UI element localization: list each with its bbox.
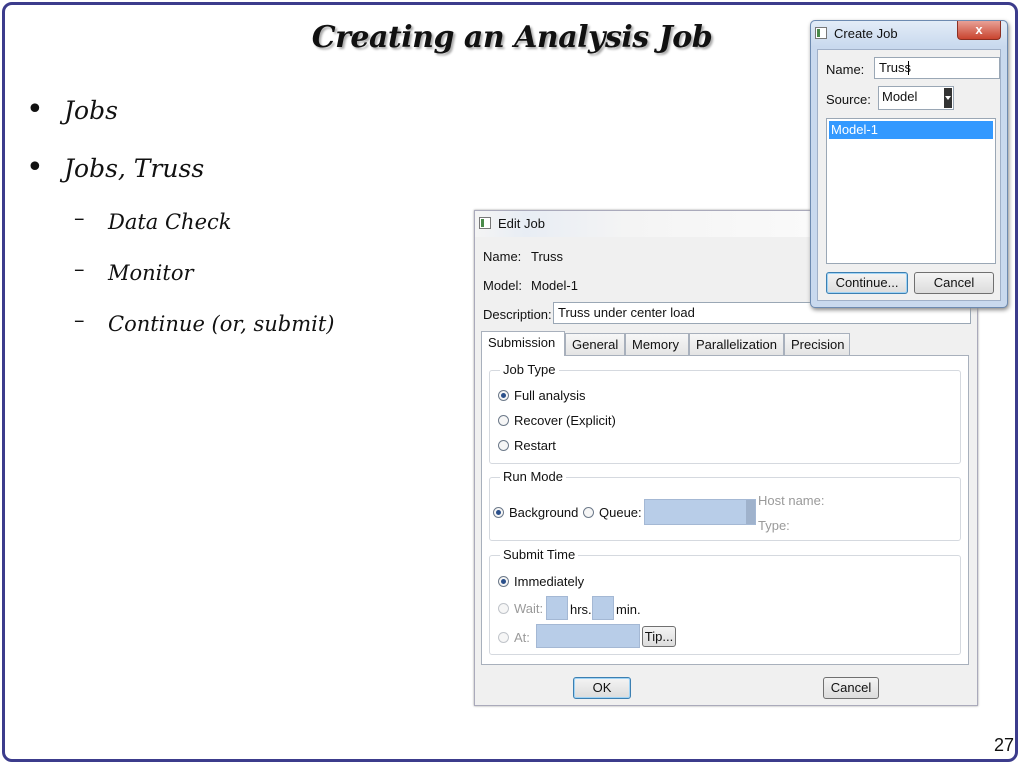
sub-item-continue: – Continue (or, submit) [74,308,335,336]
continue-button[interactable]: Continue... [826,272,908,294]
hrs-label: hrs. [570,602,592,617]
radio-label: Queue: [599,505,642,520]
bullet-dot: • [26,92,44,127]
sub-dash: – [74,308,85,332]
submission-panel: Job Type Full analysis Recover (Explicit… [481,355,969,665]
chevron-down-icon [746,500,755,524]
create-job-dialog: Create Job x Name: Truss Source: Model M… [810,20,1008,308]
radio-button[interactable] [493,507,504,518]
at-time-field[interactable] [536,624,640,648]
tab-submission[interactable]: Submission [481,331,565,356]
create-job-titlebar[interactable]: Create Job x [811,21,1007,47]
radio-label: Background [509,505,579,520]
submit-time-title: Submit Time [500,547,579,562]
model-label: Model: [483,278,523,293]
wait-minutes-field[interactable] [592,596,614,620]
name-label: Name: [483,249,522,264]
radio-button[interactable] [498,632,509,643]
job-type-title: Job Type [500,362,559,377]
radio-label: Restart [514,438,556,453]
description-label: Description: [483,307,552,322]
run-mode-group: Run Mode Background Queue: Host name: Ty… [489,469,961,541]
chevron-down-icon [944,88,952,108]
source-select[interactable]: Model [878,86,954,110]
bullet-jobs: • Jobs [26,92,118,127]
radio-label: Full analysis [514,388,586,403]
bullet-dot: • [26,150,44,185]
radio-label: At: [514,630,530,645]
create-job-body: Name: Truss Source: Model Model-1 Contin… [817,49,1001,301]
window-icon [479,217,491,229]
sub-item-monitor: – Monitor [74,257,194,285]
text-cursor-icon [908,61,909,75]
radio-button[interactable] [498,603,509,614]
sub-item-data-check: – Data Check [74,206,232,234]
name-label: Name: [826,62,865,77]
type-label: Type: [758,518,790,533]
sub-text: Continue (or, submit) [108,312,335,336]
sub-text: Monitor [108,261,194,285]
radio-button[interactable] [498,415,509,426]
ok-button[interactable]: OK [573,677,631,699]
tab-memory[interactable]: Memory [625,333,689,355]
bullet-text: Jobs, Truss [64,154,205,183]
source-value: Model [882,89,918,104]
radio-button[interactable] [498,576,509,587]
wait-hours-field[interactable] [546,596,568,620]
window-icon [815,27,827,39]
name-field[interactable]: Truss [874,57,1000,79]
model-value: Model-1 [531,278,578,293]
cancel-button[interactable]: Cancel [914,272,994,294]
sub-dash: – [74,206,85,230]
tab-parallelization[interactable]: Parallelization [689,333,784,355]
model-listbox[interactable]: Model-1 [826,118,996,264]
create-job-title: Create Job [834,26,898,41]
queue-combo[interactable] [644,499,756,525]
run-mode-title: Run Mode [500,469,566,484]
radio-button[interactable] [498,390,509,401]
radio-button[interactable] [498,440,509,451]
list-item-model-1[interactable]: Model-1 [829,121,993,139]
radio-label: Immediately [514,574,585,589]
sub-dash: – [74,257,85,281]
bullet-jobs-truss: • Jobs, Truss [26,150,205,185]
radio-button[interactable] [583,507,594,518]
name-value: Truss [531,249,564,264]
sub-text: Data Check [108,210,232,234]
cancel-button[interactable]: Cancel [823,677,879,699]
tab-general[interactable]: General [565,333,625,355]
radio-label: Recover (Explicit) [514,413,616,428]
tab-precision[interactable]: Precision [784,333,850,355]
submit-time-group: Submit Time Immediately Wait: hrs. min. … [489,547,961,655]
edit-job-title: Edit Job [498,216,545,231]
source-label: Source: [826,92,871,107]
close-icon[interactable]: x [957,21,1001,40]
min-label: min. [616,602,641,617]
radio-label: Wait: [514,601,544,616]
job-type-group: Job Type Full analysis Recover (Explicit… [489,362,961,464]
host-name-label: Host name: [758,493,825,508]
tip-button[interactable]: Tip... [642,626,676,647]
bullet-text: Jobs [64,96,118,125]
page-number: 27 [993,735,1014,755]
